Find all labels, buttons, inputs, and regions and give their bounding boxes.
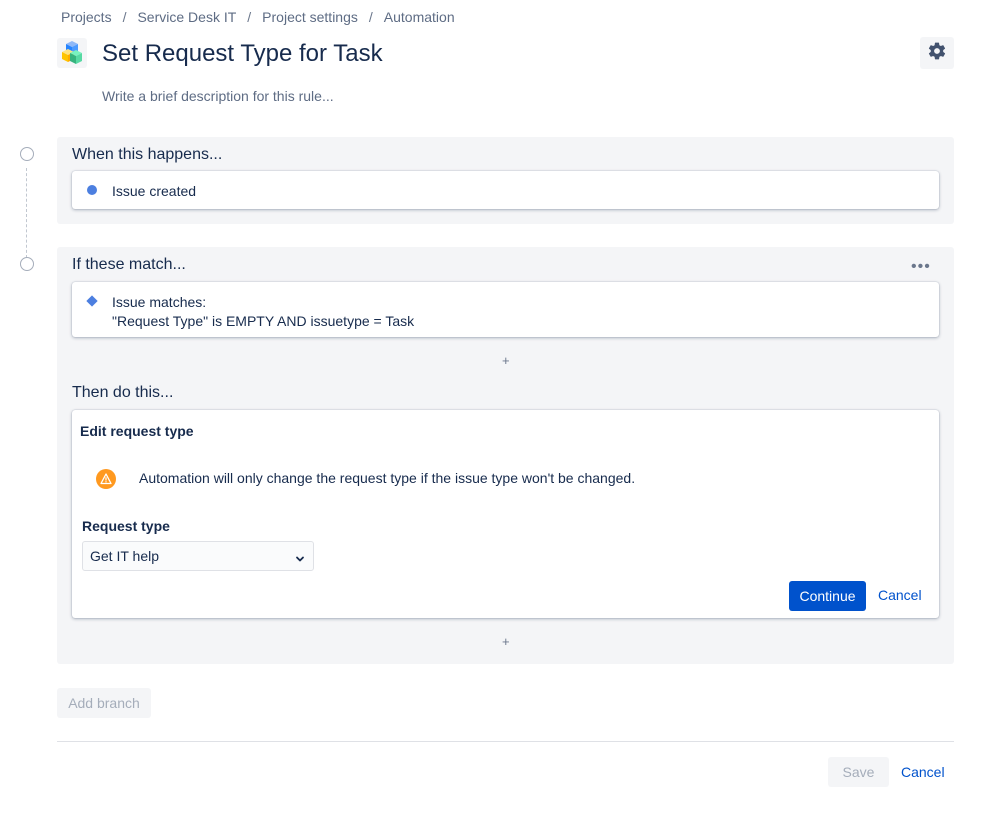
breadcrumb-automation[interactable]: Automation: [384, 9, 455, 25]
add-condition-button[interactable]: +: [502, 353, 510, 368]
trigger-card[interactable]: [72, 171, 939, 209]
save-button[interactable]: Save: [828, 757, 889, 787]
settings-button[interactable]: [920, 37, 954, 69]
rule-description-field[interactable]: Write a brief description for this rule.…: [102, 88, 334, 104]
condition-line-2: "Request Type" is EMPTY AND issuetype = …: [112, 313, 415, 329]
project-cube-icon: [57, 38, 87, 68]
page-title[interactable]: Set Request Type for Task: [102, 38, 383, 70]
trigger-heading: When this happens...: [72, 146, 223, 163]
warning-message: Automation will only change the request …: [139, 470, 636, 486]
footer-cancel-link[interactable]: Cancel: [901, 764, 945, 780]
more-options-button[interactable]: •••: [911, 258, 931, 276]
breadcrumb: Projects / Service Desk IT / Project set…: [61, 9, 455, 25]
footer-divider: [57, 741, 954, 742]
trigger-item-label: Issue created: [112, 183, 197, 199]
action-cancel-link[interactable]: Cancel: [878, 587, 922, 603]
request-type-value: Get IT help: [90, 548, 160, 564]
chevron-down-icon: [295, 551, 305, 567]
action-heading: Then do this...: [72, 384, 174, 401]
breadcrumb-separator: /: [247, 9, 252, 25]
condition-heading: If these match...: [72, 256, 186, 273]
action-card-title: Edit request type: [80, 423, 194, 439]
breadcrumb-separator: /: [368, 9, 373, 25]
breadcrumb-projects[interactable]: Projects: [61, 9, 112, 25]
breadcrumb-separator: /: [122, 9, 127, 25]
warning-icon: [96, 469, 116, 489]
timeline-node-condition: [20, 257, 34, 271]
continue-button[interactable]: Continue: [789, 581, 866, 611]
timeline-connector: [26, 168, 27, 258]
breadcrumb-service-desk-it[interactable]: Service Desk IT: [137, 9, 236, 25]
request-type-label: Request type: [82, 518, 170, 534]
breadcrumb-project-settings[interactable]: Project settings: [262, 9, 358, 25]
add-action-button[interactable]: +: [502, 634, 510, 649]
timeline-node-trigger: [20, 147, 34, 161]
request-type-select[interactable]: Get IT help: [82, 541, 314, 571]
gear-icon: [927, 41, 947, 66]
trigger-dot-icon: [87, 185, 97, 195]
add-branch-button[interactable]: Add branch: [57, 688, 151, 718]
condition-line-1: Issue matches:: [112, 294, 207, 310]
